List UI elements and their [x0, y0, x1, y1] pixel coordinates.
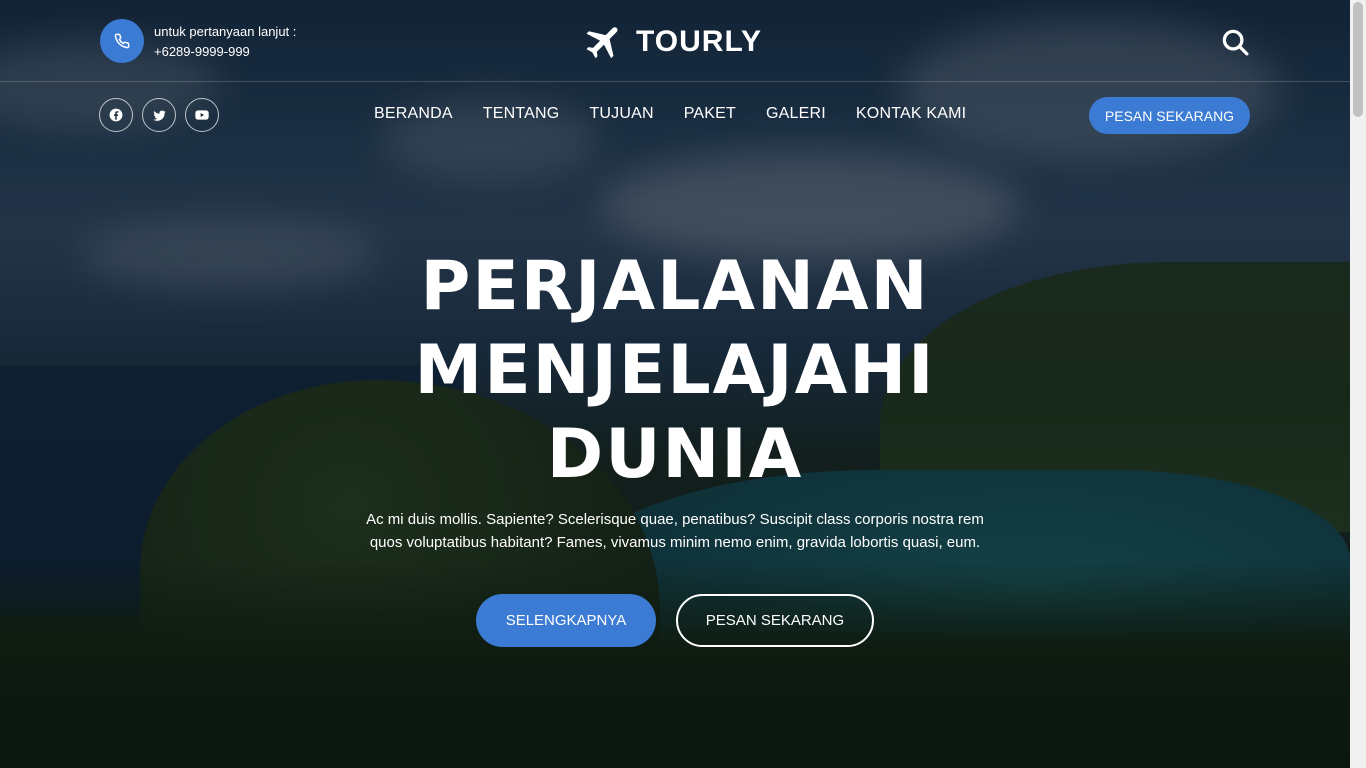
hero-title-line-3: DUNIA: [546, 415, 804, 494]
book-now-button-header[interactable]: PESAN SEKARANG: [1089, 97, 1250, 134]
hero-title-line-1: PERJALANAN: [420, 247, 930, 326]
nav-item-beranda[interactable]: BERANDA: [374, 105, 453, 123]
twitter-icon: [152, 110, 166, 121]
youtube-icon: [195, 110, 209, 120]
main-nav: BERANDA TENTANG TUJUAN PAKET GALERI KONT…: [374, 105, 966, 123]
hero-title: PERJALANAN MENJELAJAHI DUNIA: [333, 245, 1017, 497]
search-icon: [1222, 29, 1249, 56]
nav-item-tujuan[interactable]: TUJUAN: [589, 105, 653, 123]
social-facebook-button[interactable]: [99, 98, 133, 132]
nav-item-tentang[interactable]: TENTANG: [483, 105, 560, 123]
search-button[interactable]: [1220, 27, 1250, 57]
hero-description: Ac mi duis mollis. Sapiente? Scelerisque…: [318, 508, 1032, 554]
hero-title-line-2: MENJELAJAHI: [414, 331, 936, 410]
brand-name: TOURLY: [636, 25, 763, 58]
brand-logo[interactable]: TOURLY: [582, 20, 762, 64]
hero-description-line-2: quos voluptatibus habitant? Fames, vivam…: [369, 534, 981, 551]
scrollbar-thumb[interactable]: [1353, 2, 1363, 117]
learn-more-button[interactable]: SELENGKAPNYA: [476, 594, 656, 647]
nav-item-kontak-kami[interactable]: KONTAK KAMI: [856, 105, 966, 123]
plane-icon: [586, 27, 618, 59]
page-scrollbar[interactable]: [1350, 0, 1366, 768]
facebook-icon: [109, 108, 123, 122]
contact-info: untuk pertanyaan lanjut : +6289-9999-999: [154, 22, 296, 62]
book-now-button-hero[interactable]: PESAN SEKARANG: [676, 594, 874, 647]
social-youtube-button[interactable]: [185, 98, 219, 132]
nav-item-galeri[interactable]: GALERI: [766, 105, 826, 123]
nav-item-paket[interactable]: PAKET: [684, 105, 736, 123]
hero-description-line-1: Ac mi duis mollis. Sapiente? Scelerisque…: [366, 511, 984, 528]
contact-label: untuk pertanyaan lanjut :: [154, 24, 297, 39]
social-twitter-button[interactable]: [142, 98, 176, 132]
phone-icon: [114, 33, 130, 49]
top-bar: untuk pertanyaan lanjut : +6289-9999-999…: [0, 0, 1350, 82]
phone-button[interactable]: [100, 19, 144, 63]
contact-phone[interactable]: +6289-9999-999: [154, 42, 296, 62]
